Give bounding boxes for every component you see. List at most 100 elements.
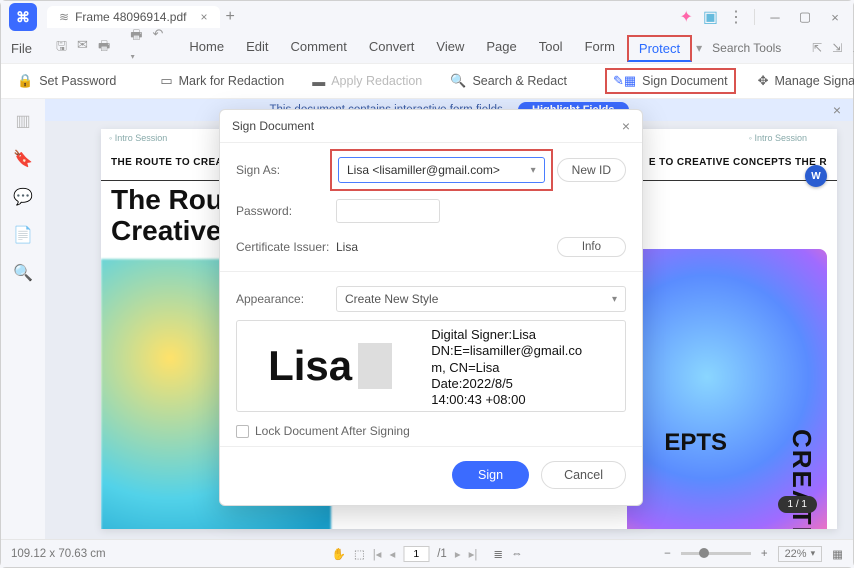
zoom-in-icon[interactable]: + (761, 548, 768, 560)
attachment-icon[interactable]: 📄 (13, 225, 33, 245)
menu-tool[interactable]: Tool (529, 35, 573, 62)
text-epts: EPTS (664, 429, 727, 457)
minimize-button[interactable]: ─ (765, 10, 785, 25)
info-button[interactable]: Info (557, 237, 626, 257)
appearance-select[interactable]: Create New Style ▾ (336, 286, 626, 312)
intro-label-right: ◦ Intro Session (749, 133, 807, 143)
zoom-out-icon[interactable]: − (664, 548, 671, 560)
left-sidebar: ▥ 🔖 💬 📄 🔍 (1, 99, 45, 539)
signature-preview: Lisa Digital Signer:Lisa DN:E=lisamiller… (236, 320, 626, 412)
page-total: /1 (437, 548, 447, 560)
last-page-icon[interactable]: ▸| (469, 547, 478, 561)
manage-signatures-button[interactable]: ✥Manage Signatures▾ (752, 69, 854, 93)
lock-document-checkbox[interactable] (236, 425, 249, 438)
sign-as-label: Sign As: (236, 163, 336, 177)
new-id-button[interactable]: New ID (557, 158, 626, 182)
bookmark-icon[interactable]: 🔖 (13, 149, 33, 169)
password-input[interactable] (336, 199, 440, 223)
search-redact-button[interactable]: 🔍Search & Redact (444, 69, 573, 93)
sparkle-icon[interactable]: ✦ (679, 7, 692, 27)
sign-button[interactable]: Sign (452, 461, 529, 489)
select-tool-icon[interactable]: ⬚ (354, 547, 365, 561)
zoom-value-select[interactable]: 22%▾ (778, 546, 823, 562)
doc-ribbon-right: E TO CREATIVE CONCEPTS THE R (649, 157, 827, 168)
close-tab-icon[interactable]: × (200, 10, 207, 24)
menu-form[interactable]: Form (575, 35, 625, 62)
signature-icon: ✎▦ (613, 73, 636, 89)
statusbar: 109.12 x 70.63 cm ✋ ⬚ |◂ ◂ /1 ▸ ▸| ≣ ⇔ −… (1, 539, 853, 567)
search-panel-icon[interactable]: 🔍 (13, 263, 33, 283)
app-logo: ⌘ (9, 3, 37, 31)
protect-toolbar: 🔒Set Password ▭Mark for Redaction ▬Apply… (1, 63, 853, 99)
search-chevron-icon[interactable]: ▾ (696, 41, 702, 55)
cancel-button[interactable]: Cancel (541, 461, 626, 489)
dimensions-readout: 109.12 x 70.63 cm (11, 548, 106, 560)
appearance-value: Create New Style (345, 292, 438, 306)
sign-as-value: Lisa <lisamiller@gmail.com> (347, 163, 500, 177)
text-creative-vertical: CREATIVE (786, 429, 817, 529)
banner-close-icon[interactable]: × (833, 102, 841, 118)
hand-tool-icon[interactable]: ✋ (331, 547, 345, 561)
sign-as-select[interactable]: Lisa <lisamiller@gmail.com> ▾ (338, 157, 545, 183)
page-number-input[interactable] (403, 546, 429, 562)
open-external-icon[interactable]: ⇱ (812, 41, 822, 55)
chevron-down-icon: ▾ (612, 294, 617, 305)
mail-icon[interactable]: ✉ (77, 37, 88, 59)
redact-apply-icon: ▬ (312, 74, 325, 89)
dialog-close-icon[interactable]: × (622, 118, 630, 134)
redact-mark-icon: ▭ (160, 73, 172, 89)
menu-edit[interactable]: Edit (236, 35, 278, 62)
sign-document-dialog: Sign Document × Sign As: Lisa <lisamille… (219, 109, 643, 506)
undo-icon[interactable]: ↶ (153, 26, 164, 70)
cube-icon[interactable]: ▣ (703, 7, 718, 27)
mark-redaction-button[interactable]: ▭Mark for Redaction (154, 69, 290, 93)
password-label: Password: (236, 204, 336, 218)
lock-document-label: Lock Document After Signing (255, 424, 410, 438)
issuer-value: Lisa (336, 240, 358, 254)
share-icon[interactable]: ⇲ (832, 41, 842, 55)
intro-label-left: ◦ Intro Session (109, 133, 167, 143)
main-menu: Home Edit Comment Convert View Page Tool… (179, 35, 692, 62)
chevron-down-icon: ▾ (531, 165, 536, 176)
fit-width-icon[interactable]: ⇔ (511, 548, 523, 560)
close-window-button[interactable]: × (825, 10, 845, 25)
thumbnails-icon[interactable]: ▥ (15, 111, 30, 131)
zoom-slider[interactable] (681, 552, 751, 555)
word-round-badge[interactable]: W (805, 165, 827, 187)
dialog-title: Sign Document (232, 119, 314, 133)
prev-page-icon[interactable]: ◂ (389, 547, 395, 561)
menu-protect[interactable]: Protect (627, 35, 692, 62)
menu-home[interactable]: Home (179, 35, 234, 62)
manage-sign-icon: ✥ (758, 73, 769, 89)
maximize-button[interactable]: ▢ (795, 9, 815, 25)
menu-convert[interactable]: Convert (359, 35, 425, 62)
apply-redaction-button: ▬Apply Redaction (306, 70, 428, 93)
signature-details: Digital Signer:Lisa DN:E=lisamiller@gmai… (423, 321, 625, 411)
issuer-label: Certificate Issuer: (236, 240, 336, 254)
print-dropdown-icon[interactable]: 🖶 (98, 37, 110, 59)
signature-name: Lisa (268, 345, 352, 387)
titlebar: ⌘ ≋ Frame 48096914.pdf × + ✦ ▣ ⋮ ─ ▢ × (1, 1, 853, 33)
search-tools-input[interactable] (712, 41, 802, 55)
set-password-button[interactable]: 🔒Set Password (11, 69, 122, 93)
new-tab-button[interactable]: + (226, 8, 235, 26)
menu-page[interactable]: Page (476, 35, 526, 62)
tab-chevrons-icon: ≋ (59, 10, 69, 24)
reflow-icon[interactable]: ≣ (493, 547, 503, 561)
appearance-label: Appearance: (236, 292, 336, 306)
sign-document-button[interactable]: ✎▦Sign Document (605, 68, 736, 94)
print-icon[interactable]: 🖶 ▾ (130, 26, 142, 70)
fit-page-icon[interactable]: ▦ (832, 547, 843, 561)
menu-view[interactable]: View (426, 35, 474, 62)
menu-comment[interactable]: Comment (281, 35, 357, 62)
tab-title: Frame 48096914.pdf (75, 10, 186, 24)
document-tab[interactable]: ≋ Frame 48096914.pdf × (47, 6, 220, 28)
menu-file[interactable]: File (11, 41, 32, 56)
kebab-menu-icon[interactable]: ⋮ (728, 7, 744, 27)
first-page-icon[interactable]: |◂ (373, 547, 382, 561)
menubar: File 🖫 ✉ 🖶 🖶 ▾ ↶ Home Edit Comment Conve… (1, 33, 853, 63)
next-page-icon[interactable]: ▸ (455, 547, 461, 561)
lock-icon: 🔒 (17, 73, 33, 89)
save-icon[interactable]: 🖫 (56, 37, 67, 59)
comment-panel-icon[interactable]: 💬 (13, 187, 33, 207)
